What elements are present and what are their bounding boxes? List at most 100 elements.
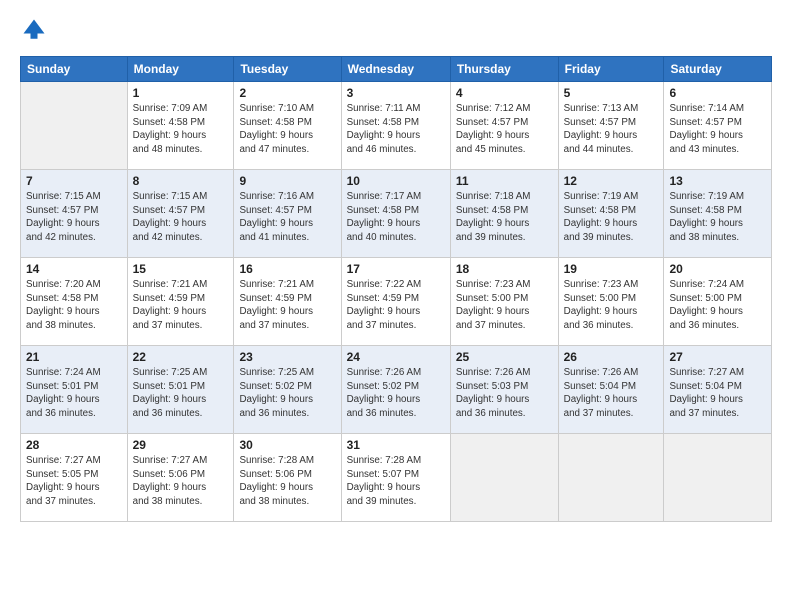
calendar-cell: 8 Sunrise: 7:15 AM Sunset: 4:57 PM Daylig… <box>127 170 234 258</box>
week-row: 7 Sunrise: 7:15 AM Sunset: 4:57 PM Daylig… <box>21 170 772 258</box>
calendar-cell: 6 Sunrise: 7:14 AM Sunset: 4:57 PM Daylig… <box>664 82 772 170</box>
logo-icon <box>20 16 48 44</box>
day-info: Sunrise: 7:20 AM Sunset: 4:58 PM Dayligh… <box>26 278 122 333</box>
calendar-cell: 17 Sunrise: 7:22 AM Sunset: 4:59 PM Dayli… <box>341 258 450 346</box>
logo <box>20 16 52 44</box>
day-info: Sunrise: 7:27 AM Sunset: 5:04 PM Dayligh… <box>669 366 766 421</box>
calendar-page: SundayMondayTuesdayWednesdayThursdayFrid… <box>0 0 792 612</box>
day-info: Sunrise: 7:13 AM Sunset: 4:57 PM Dayligh… <box>564 102 659 157</box>
day-number: 6 <box>669 86 766 100</box>
calendar-cell: 20Sunrise: 7:24 AM Sunset: 5:00 PM Dayli… <box>664 258 772 346</box>
day-info: Sunrise: 7:17 AM Sunset: 4:58 PM Dayligh… <box>347 190 445 245</box>
day-number: 22 <box>133 350 229 364</box>
calendar-cell: 13 Sunrise: 7:19 AM Sunset: 4:58 PM Dayli… <box>664 170 772 258</box>
day-number: 18 <box>456 262 553 276</box>
day-info: Sunrise: 7:22 AM Sunset: 4:59 PM Dayligh… <box>347 278 445 333</box>
day-info: Sunrise: 7:28 AM Sunset: 5:06 PM Dayligh… <box>239 454 335 509</box>
calendar-cell: 1 Sunrise: 7:09 AM Sunset: 4:58 PM Daylig… <box>127 82 234 170</box>
day-number: 15 <box>133 262 229 276</box>
day-number: 7 <box>26 174 122 188</box>
calendar-cell <box>558 434 664 522</box>
day-number: 28 <box>26 438 122 452</box>
calendar-cell: 19 Sunrise: 7:23 AM Sunset: 5:00 PM Dayli… <box>558 258 664 346</box>
day-number: 10 <box>347 174 445 188</box>
day-info: Sunrise: 7:25 AM Sunset: 5:01 PM Dayligh… <box>133 366 229 421</box>
day-number: 24 <box>347 350 445 364</box>
day-number: 16 <box>239 262 335 276</box>
day-info: Sunrise: 7:12 AM Sunset: 4:57 PM Dayligh… <box>456 102 553 157</box>
col-header-saturday: Saturday <box>664 57 772 82</box>
day-number: 1 <box>133 86 229 100</box>
day-number: 30 <box>239 438 335 452</box>
week-row: 28 Sunrise: 7:27 AM Sunset: 5:05 PM Dayli… <box>21 434 772 522</box>
calendar-cell: 24 Sunrise: 7:26 AM Sunset: 5:02 PM Dayli… <box>341 346 450 434</box>
day-number: 12 <box>564 174 659 188</box>
calendar-cell: 14 Sunrise: 7:20 AM Sunset: 4:58 PM Dayli… <box>21 258 128 346</box>
col-header-sunday: Sunday <box>21 57 128 82</box>
day-info: Sunrise: 7:23 AM Sunset: 5:00 PM Dayligh… <box>456 278 553 333</box>
day-number: 13 <box>669 174 766 188</box>
day-info: Sunrise: 7:18 AM Sunset: 4:58 PM Dayligh… <box>456 190 553 245</box>
day-number: 11 <box>456 174 553 188</box>
calendar-cell: 5Sunrise: 7:13 AM Sunset: 4:57 PM Daylig… <box>558 82 664 170</box>
day-number: 21 <box>26 350 122 364</box>
day-number: 14 <box>26 262 122 276</box>
day-info: Sunrise: 7:10 AM Sunset: 4:58 PM Dayligh… <box>239 102 335 157</box>
calendar-table: SundayMondayTuesdayWednesdayThursdayFrid… <box>20 56 772 522</box>
calendar-header: SundayMondayTuesdayWednesdayThursdayFrid… <box>21 57 772 82</box>
day-number: 2 <box>239 86 335 100</box>
calendar-cell: 23Sunrise: 7:25 AM Sunset: 5:02 PM Dayli… <box>234 346 341 434</box>
calendar-cell: 18 Sunrise: 7:23 AM Sunset: 5:00 PM Dayli… <box>450 258 558 346</box>
col-header-wednesday: Wednesday <box>341 57 450 82</box>
calendar-cell: 2 Sunrise: 7:10 AM Sunset: 4:58 PM Daylig… <box>234 82 341 170</box>
day-info: Sunrise: 7:26 AM Sunset: 5:04 PM Dayligh… <box>564 366 659 421</box>
day-info: Sunrise: 7:27 AM Sunset: 5:06 PM Dayligh… <box>133 454 229 509</box>
calendar-cell: 28 Sunrise: 7:27 AM Sunset: 5:05 PM Dayli… <box>21 434 128 522</box>
col-header-tuesday: Tuesday <box>234 57 341 82</box>
day-number: 27 <box>669 350 766 364</box>
day-info: Sunrise: 7:19 AM Sunset: 4:58 PM Dayligh… <box>669 190 766 245</box>
calendar-cell: 25 Sunrise: 7:26 AM Sunset: 5:03 PM Dayli… <box>450 346 558 434</box>
col-header-monday: Monday <box>127 57 234 82</box>
calendar-cell: 3Sunrise: 7:11 AM Sunset: 4:58 PM Daylig… <box>341 82 450 170</box>
calendar-cell: 10 Sunrise: 7:17 AM Sunset: 4:58 PM Dayli… <box>341 170 450 258</box>
day-info: Sunrise: 7:14 AM Sunset: 4:57 PM Dayligh… <box>669 102 766 157</box>
calendar-cell: 15 Sunrise: 7:21 AM Sunset: 4:59 PM Dayli… <box>127 258 234 346</box>
calendar-cell: 21Sunrise: 7:24 AM Sunset: 5:01 PM Dayli… <box>21 346 128 434</box>
day-info: Sunrise: 7:23 AM Sunset: 5:00 PM Dayligh… <box>564 278 659 333</box>
day-number: 19 <box>564 262 659 276</box>
day-info: Sunrise: 7:19 AM Sunset: 4:58 PM Dayligh… <box>564 190 659 245</box>
day-number: 17 <box>347 262 445 276</box>
header-row: SundayMondayTuesdayWednesdayThursdayFrid… <box>21 57 772 82</box>
day-number: 9 <box>239 174 335 188</box>
day-info: Sunrise: 7:26 AM Sunset: 5:03 PM Dayligh… <box>456 366 553 421</box>
day-number: 29 <box>133 438 229 452</box>
day-info: Sunrise: 7:21 AM Sunset: 4:59 PM Dayligh… <box>239 278 335 333</box>
day-number: 4 <box>456 86 553 100</box>
calendar-cell: 31Sunrise: 7:28 AM Sunset: 5:07 PM Dayli… <box>341 434 450 522</box>
day-number: 23 <box>239 350 335 364</box>
day-info: Sunrise: 7:27 AM Sunset: 5:05 PM Dayligh… <box>26 454 122 509</box>
calendar-cell: 22 Sunrise: 7:25 AM Sunset: 5:01 PM Dayli… <box>127 346 234 434</box>
day-number: 8 <box>133 174 229 188</box>
day-info: Sunrise: 7:15 AM Sunset: 4:57 PM Dayligh… <box>133 190 229 245</box>
calendar-cell: 26 Sunrise: 7:26 AM Sunset: 5:04 PM Dayli… <box>558 346 664 434</box>
calendar-cell: 4 Sunrise: 7:12 AM Sunset: 4:57 PM Daylig… <box>450 82 558 170</box>
calendar-cell <box>21 82 128 170</box>
day-number: 25 <box>456 350 553 364</box>
calendar-cell: 7 Sunrise: 7:15 AM Sunset: 4:57 PM Daylig… <box>21 170 128 258</box>
calendar-cell: 16 Sunrise: 7:21 AM Sunset: 4:59 PM Dayli… <box>234 258 341 346</box>
week-row: 14 Sunrise: 7:20 AM Sunset: 4:58 PM Dayli… <box>21 258 772 346</box>
day-info: Sunrise: 7:21 AM Sunset: 4:59 PM Dayligh… <box>133 278 229 333</box>
calendar-cell: 30 Sunrise: 7:28 AM Sunset: 5:06 PM Dayli… <box>234 434 341 522</box>
col-header-thursday: Thursday <box>450 57 558 82</box>
day-info: Sunrise: 7:24 AM Sunset: 5:00 PM Dayligh… <box>669 278 766 333</box>
day-info: Sunrise: 7:26 AM Sunset: 5:02 PM Dayligh… <box>347 366 445 421</box>
day-number: 26 <box>564 350 659 364</box>
day-info: Sunrise: 7:11 AM Sunset: 4:58 PM Dayligh… <box>347 102 445 157</box>
col-header-friday: Friday <box>558 57 664 82</box>
week-row: 1 Sunrise: 7:09 AM Sunset: 4:58 PM Daylig… <box>21 82 772 170</box>
calendar-cell: 12 Sunrise: 7:19 AM Sunset: 4:58 PM Dayli… <box>558 170 664 258</box>
day-info: Sunrise: 7:15 AM Sunset: 4:57 PM Dayligh… <box>26 190 122 245</box>
day-info: Sunrise: 7:09 AM Sunset: 4:58 PM Dayligh… <box>133 102 229 157</box>
